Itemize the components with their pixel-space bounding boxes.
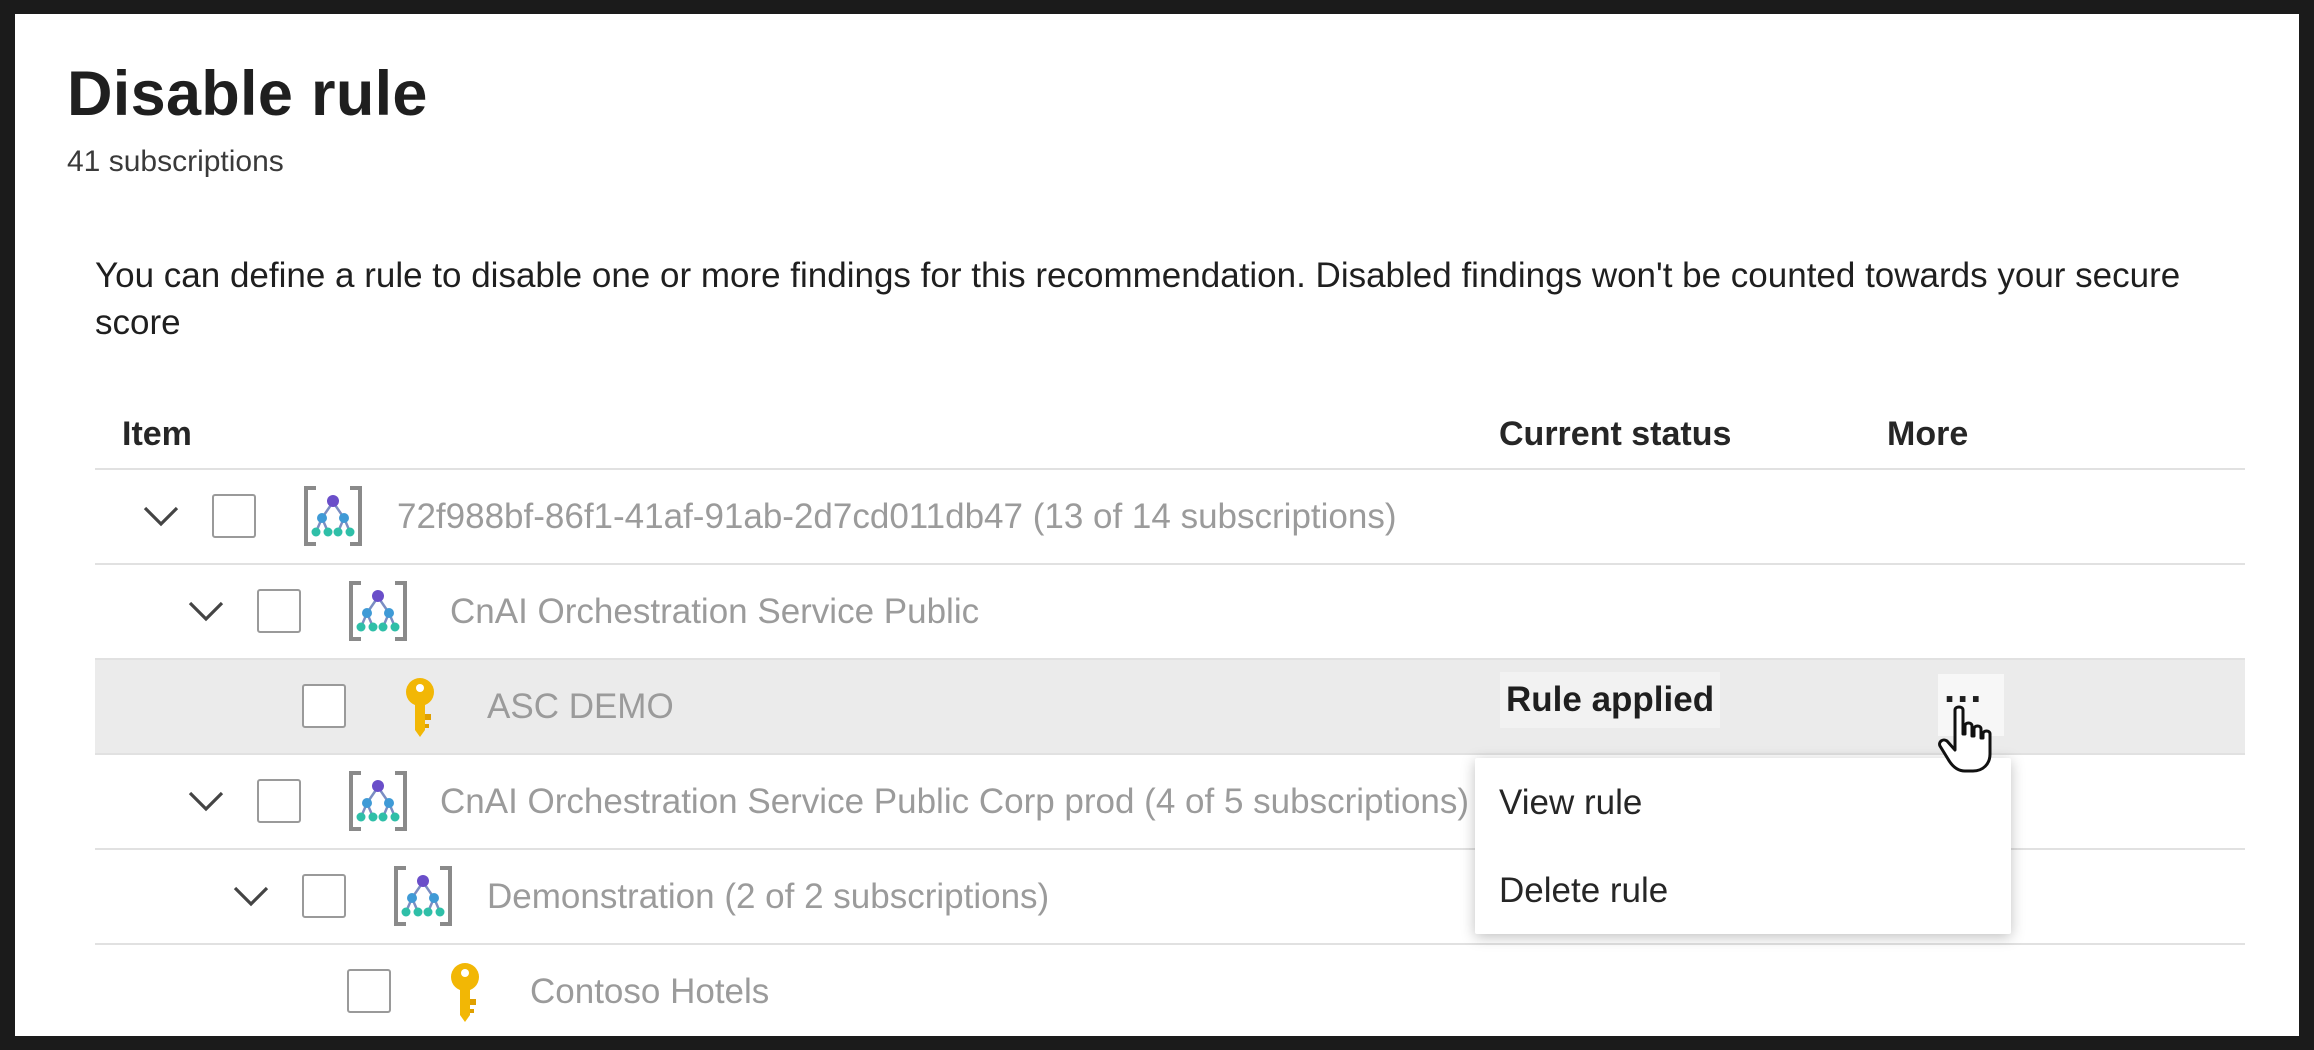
chevron-down-icon[interactable] <box>182 587 230 635</box>
ellipsis-icon: ... <box>1944 667 1984 711</box>
row-checkbox[interactable] <box>302 684 346 728</box>
view-rule-menu-item[interactable]: View rule <box>1499 780 1642 826</box>
row-checkbox[interactable] <box>257 779 301 823</box>
row-context-menu: View rule Delete rule <box>1475 758 2011 934</box>
table-row[interactable]: Contoso Hotels <box>95 943 2245 1036</box>
table-row-selected[interactable]: ASC DEMO Rule applied ... <box>95 658 2245 753</box>
management-group-icon <box>392 864 454 928</box>
delete-rule-menu-item[interactable]: Delete rule <box>1499 868 1668 914</box>
row-label: CnAI Orchestration Service Public <box>450 592 980 631</box>
key-icon <box>395 674 445 738</box>
description-text: You can define a rule to disable one or … <box>95 256 2181 342</box>
page-subtitle: 41 subscriptions <box>67 145 284 178</box>
management-group-icon <box>347 769 409 833</box>
items-tree-table: 72f988bf-86f1-41af-91ab-2d7cd011db47 (13… <box>95 468 2245 1036</box>
row-label: Demonstration (2 of 2 subscriptions) <box>487 877 1050 916</box>
table-row[interactable]: 72f988bf-86f1-41af-91ab-2d7cd011db47 (13… <box>95 468 2245 563</box>
column-header-more: More <box>1887 415 1969 453</box>
row-checkbox[interactable] <box>302 874 346 918</box>
row-label: 72f988bf-86f1-41af-91ab-2d7cd011db47 (13… <box>397 497 1397 536</box>
chevron-down-icon[interactable] <box>137 492 185 540</box>
column-header-item: Item <box>122 415 192 453</box>
row-label: CnAI Orchestration Service Public Corp p… <box>440 782 1470 821</box>
column-header-status: Current status <box>1499 415 1732 453</box>
management-group-icon <box>347 579 409 643</box>
hand-pointer-icon <box>1937 704 1993 774</box>
row-label: ASC DEMO <box>487 687 674 726</box>
disable-rule-panel: Disable rule 41 subscriptions You can de… <box>15 14 2299 1036</box>
chevron-down-icon[interactable] <box>227 872 275 920</box>
row-checkbox[interactable] <box>212 494 256 538</box>
table-row[interactable]: CnAI Orchestration Service Public <box>95 563 2245 658</box>
status-badge: Rule applied <box>1500 672 1721 728</box>
row-label: Contoso Hotels <box>530 972 770 1011</box>
chevron-down-icon[interactable] <box>182 777 230 825</box>
page-title: Disable rule <box>67 59 428 129</box>
row-checkbox[interactable] <box>347 969 391 1013</box>
row-checkbox[interactable] <box>257 589 301 633</box>
key-icon <box>440 959 490 1023</box>
management-group-icon <box>302 484 364 548</box>
